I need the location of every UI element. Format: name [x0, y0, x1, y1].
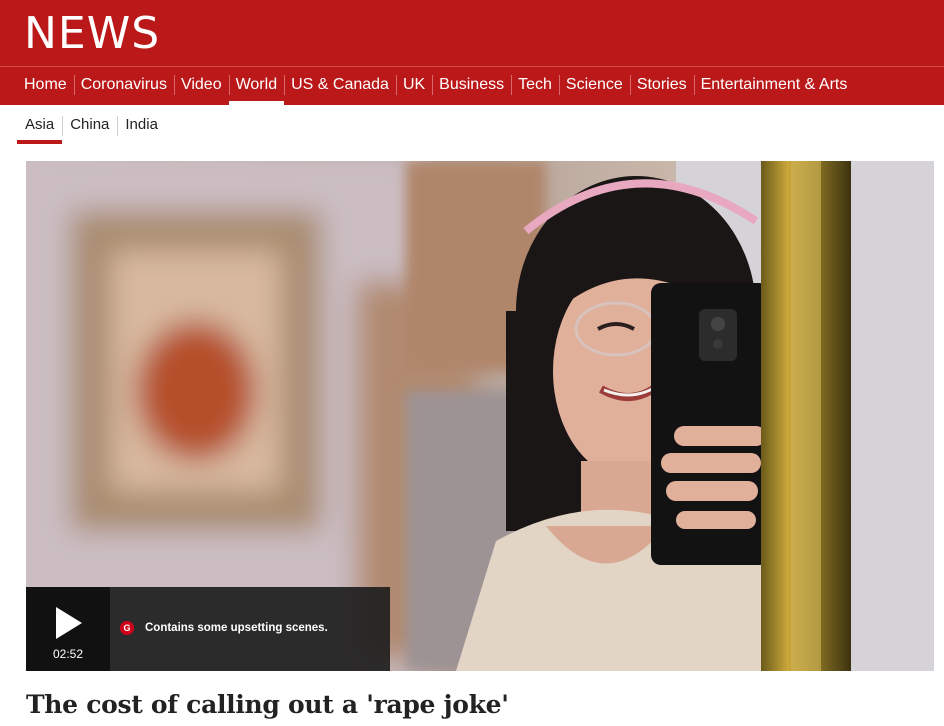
guidance-message: G Contains some upsetting scenes.: [110, 587, 328, 671]
nav-item-uk[interactable]: UK: [395, 66, 432, 105]
guidance-icon: G: [120, 621, 134, 635]
guidance-text: Contains some upsetting scenes.: [145, 622, 328, 634]
secondary-nav: Asia China India: [17, 107, 166, 144]
nav-item-coronavirus[interactable]: Coronavirus: [73, 66, 174, 105]
primary-nav: Home Coronavirus Video World US & Canada…: [17, 66, 854, 105]
nav-item-business[interactable]: Business: [432, 66, 511, 105]
news-logo[interactable]: NEWS: [24, 6, 160, 62]
play-icon[interactable]: [56, 607, 82, 639]
nav-item-tech[interactable]: Tech: [511, 66, 559, 105]
subnav-item-china[interactable]: China: [62, 107, 117, 144]
video-duration: 02:52: [52, 647, 84, 661]
nav-item-world[interactable]: World: [228, 66, 285, 105]
nav-item-home[interactable]: Home: [17, 66, 74, 105]
subnav-item-asia[interactable]: Asia: [17, 107, 63, 144]
nav-item-video[interactable]: Video: [173, 66, 229, 105]
nav-item-entertainment-arts[interactable]: Entertainment & Arts: [693, 66, 855, 105]
masthead: NEWS Home Coronavirus Video World US & C…: [0, 0, 944, 105]
video-player[interactable]: 02:52 G Contains some upsetting scenes.: [26, 161, 934, 671]
nav-item-stories[interactable]: Stories: [629, 66, 694, 105]
nav-item-us-canada[interactable]: US & Canada: [284, 66, 396, 105]
play-button[interactable]: 02:52: [26, 587, 110, 671]
video-info-bar: 02:52 G Contains some upsetting scenes.: [26, 587, 390, 671]
article-headline[interactable]: The cost of calling out a 'rape joke': [26, 690, 509, 719]
nav-item-science[interactable]: Science: [558, 66, 630, 105]
subnav-item-india[interactable]: India: [117, 107, 166, 144]
